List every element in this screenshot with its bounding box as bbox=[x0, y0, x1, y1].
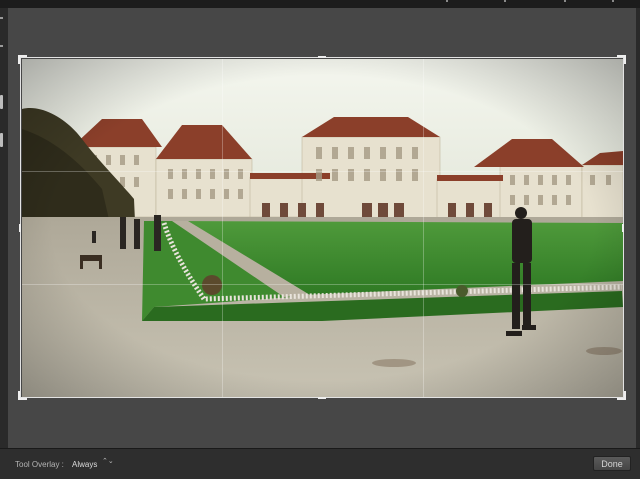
left-panel-marker bbox=[0, 45, 3, 47]
tool-overlay-select[interactable]: Always bbox=[72, 460, 97, 469]
photo-image bbox=[22, 59, 623, 397]
bottom-toolbar: Tool Overlay : Always ⌃⌄ Done bbox=[0, 448, 640, 479]
tool-overlay-label: Tool Overlay : bbox=[15, 460, 64, 469]
crop-handle-top-right[interactable] bbox=[617, 55, 626, 64]
crop-handle-bottom-right[interactable] bbox=[617, 391, 626, 400]
top-bar bbox=[0, 0, 640, 8]
crop-handle-top-left[interactable] bbox=[18, 55, 27, 64]
top-bar-mark bbox=[564, 0, 566, 2]
crop-handle-bottom[interactable] bbox=[318, 397, 326, 399]
left-panel-marker bbox=[0, 17, 3, 19]
top-bar-mark bbox=[504, 0, 506, 2]
crop-handle-right[interactable] bbox=[622, 224, 624, 232]
crop-handle-left[interactable] bbox=[19, 224, 21, 232]
top-bar-mark bbox=[612, 0, 614, 2]
left-panel-handle[interactable] bbox=[0, 95, 3, 109]
right-panel-edge[interactable] bbox=[636, 8, 640, 448]
done-button[interactable]: Done bbox=[593, 456, 631, 471]
crop-handle-top[interactable] bbox=[318, 56, 326, 58]
left-panel-handle[interactable] bbox=[0, 133, 3, 147]
crop-grid-line bbox=[22, 171, 623, 172]
crop-handle-bottom-left[interactable] bbox=[18, 391, 27, 400]
crop-grid-line bbox=[423, 59, 424, 397]
select-arrows-icon[interactable]: ⌃⌄ bbox=[102, 458, 114, 465]
crop-grid-line bbox=[222, 59, 223, 397]
photo-preview[interactable] bbox=[22, 59, 623, 397]
crop-grid-line bbox=[22, 284, 623, 285]
left-panel-edge[interactable] bbox=[0, 8, 8, 470]
top-bar-mark bbox=[446, 0, 448, 2]
